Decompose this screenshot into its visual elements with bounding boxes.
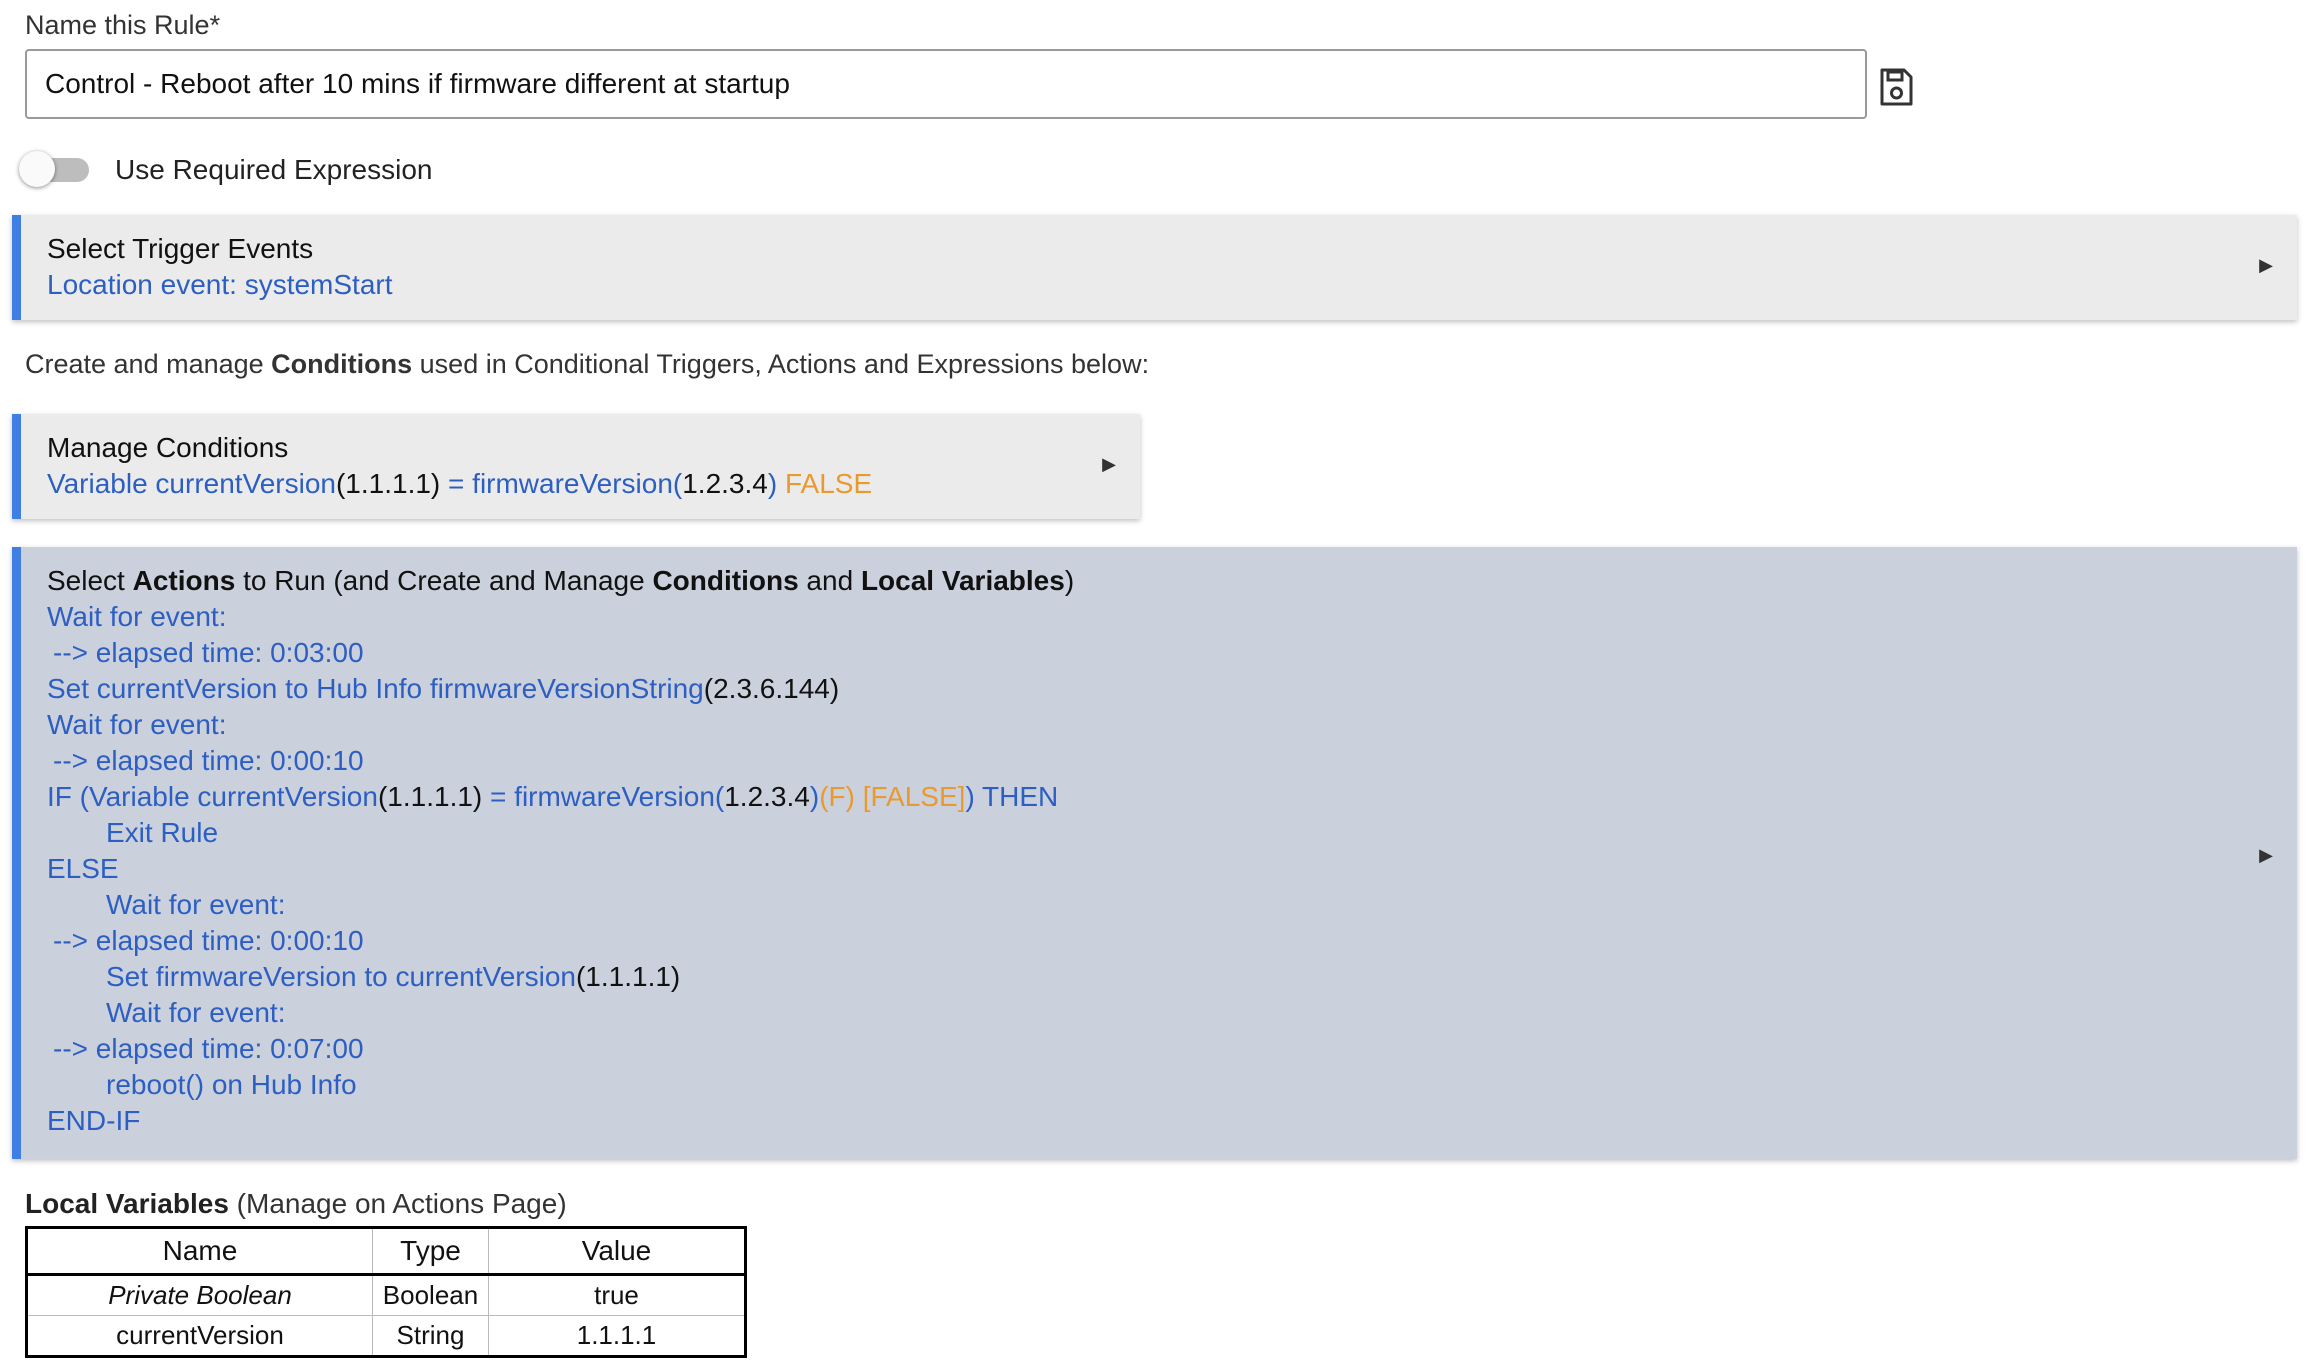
action-line: Wait for event:: [47, 601, 227, 632]
action-line: Wait for event:: [106, 997, 286, 1028]
action-line: ELSE: [47, 853, 119, 884]
rule-machine-page: Name this Rule* Use Required Expression …: [0, 0, 2308, 1362]
actions-panel-title: Select Actions to Run (and Create and Ma…: [47, 565, 1075, 596]
variable-value: true: [488, 1274, 746, 1316]
table-row: Private Boolean Boolean true: [26, 1274, 746, 1316]
variable-value: 1.1.1.1: [488, 1315, 746, 1357]
toggle-knob: [19, 151, 55, 187]
local-variables-title: Local Variables (Manage on Actions Page): [25, 1188, 567, 1219]
expand-arrow-icon: ▶: [2259, 255, 2273, 275]
manage-conditions-panel[interactable]: Manage Conditions Variable currentVersio…: [12, 414, 1140, 519]
action-line: Set currentVersion to Hub Info firmwareV…: [47, 673, 840, 704]
variable-type: Boolean: [372, 1274, 489, 1316]
action-line: --> elapsed time: 0:03:00: [53, 637, 364, 668]
column-header-name: Name: [26, 1227, 373, 1276]
conditions-intro-text: Create and manage Conditions used in Con…: [25, 349, 1150, 379]
conditions-panel-title: Manage Conditions: [47, 432, 289, 463]
variable-name: Private Boolean: [26, 1274, 373, 1316]
trigger-summary: Location event: systemStart: [47, 269, 393, 300]
table-header-row: Name Type Value: [26, 1227, 746, 1276]
rule-name-label: Name this Rule*: [25, 10, 221, 40]
column-header-value: Value: [488, 1227, 746, 1276]
required-expression-toggle-row: Use Required Expression: [19, 150, 433, 190]
trigger-events-panel[interactable]: Select Trigger Events Location event: sy…: [12, 215, 2297, 320]
action-line: IF (Variable currentVersion(1.1.1.1) = f…: [47, 781, 1059, 812]
trigger-panel-title: Select Trigger Events: [47, 233, 314, 264]
expand-arrow-icon: ▶: [2259, 845, 2273, 865]
rule-name-input[interactable]: [25, 49, 1867, 119]
floppy-disk-icon[interactable]: [1878, 67, 1914, 107]
action-line: Set firmwareVersion to currentVersion(1.…: [106, 961, 681, 992]
action-line: --> elapsed time: 0:00:10: [53, 925, 364, 956]
expand-arrow-icon: ▶: [1102, 454, 1116, 474]
required-expression-label: Use Required Expression: [115, 154, 433, 185]
action-line: Wait for event:: [47, 709, 227, 740]
action-line: --> elapsed time: 0:07:00: [53, 1033, 364, 1064]
local-variables-table: Name Type Value Private Boolean Boolean …: [25, 1226, 747, 1358]
action-line: Exit Rule: [106, 817, 219, 848]
condition-line: Variable currentVersion(1.1.1.1) = firmw…: [47, 468, 873, 499]
action-line: Wait for event:: [106, 889, 286, 920]
table-row: currentVersion String 1.1.1.1: [26, 1315, 746, 1357]
required-expression-toggle[interactable]: [19, 151, 89, 187]
variable-type: String: [372, 1315, 489, 1357]
action-line: reboot() on Hub Info: [106, 1069, 357, 1100]
action-line: END-IF: [47, 1105, 141, 1136]
column-header-type: Type: [372, 1227, 489, 1276]
action-line: --> elapsed time: 0:00:10: [53, 745, 364, 776]
variable-name: currentVersion: [26, 1315, 373, 1357]
actions-panel[interactable]: Select Actions to Run (and Create and Ma…: [12, 547, 2297, 1159]
